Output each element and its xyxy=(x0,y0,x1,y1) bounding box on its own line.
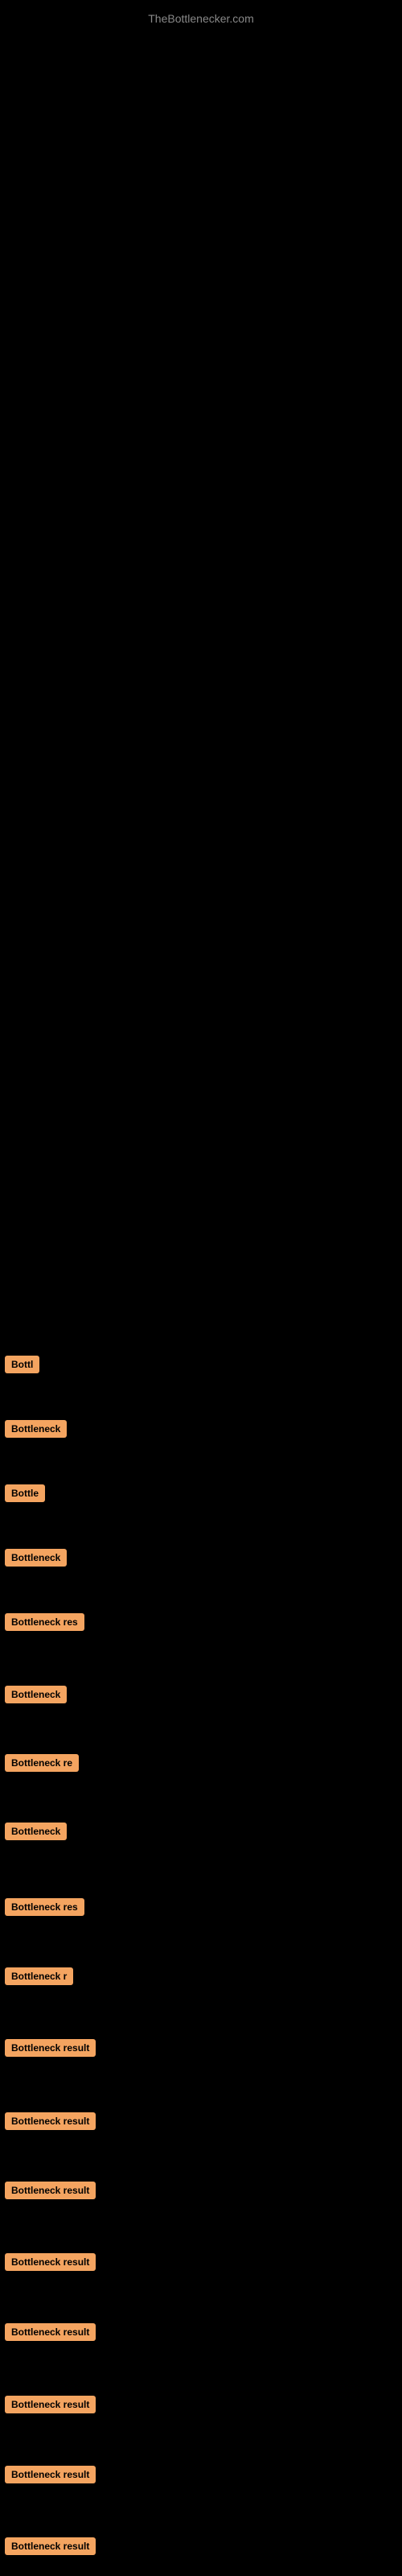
bottleneck-badge-2: Bottleneck xyxy=(5,1420,67,1438)
bottleneck-item-9: Bottleneck res xyxy=(0,1895,89,1919)
bottleneck-badge-8: Bottleneck xyxy=(5,1823,67,1840)
bottleneck-badge-14: Bottleneck result xyxy=(5,2253,96,2271)
bottleneck-badge-7: Bottleneck re xyxy=(5,1754,79,1772)
bottleneck-badge-10: Bottleneck r xyxy=(5,1967,73,1985)
bottleneck-item-8: Bottleneck xyxy=(0,1819,72,1843)
bottleneck-badge-11: Bottleneck result xyxy=(5,2039,96,2057)
bottleneck-item-1: Bottl xyxy=(0,1352,44,1377)
bottleneck-badge-17: Bottleneck result xyxy=(5,2466,96,2483)
bottleneck-badge-9: Bottleneck res xyxy=(5,1898,84,1916)
bottleneck-badge-5: Bottleneck res xyxy=(5,1613,84,1631)
site-title: TheBottlenecker.com xyxy=(0,4,402,33)
bottleneck-badge-3: Bottle xyxy=(5,1484,45,1502)
bottleneck-badge-13: Bottleneck result xyxy=(5,2182,96,2199)
bottleneck-item-13: Bottleneck result xyxy=(0,2178,100,2202)
bottleneck-item-17: Bottleneck result xyxy=(0,2462,100,2487)
bottleneck-badge-15: Bottleneck result xyxy=(5,2323,96,2341)
bottleneck-badge-6: Bottleneck xyxy=(5,1686,67,1703)
bottleneck-item-5: Bottleneck res xyxy=(0,1610,89,1634)
bottleneck-badge-18: Bottleneck result xyxy=(5,2537,96,2555)
bottleneck-item-7: Bottleneck re xyxy=(0,1751,84,1775)
bottleneck-item-14: Bottleneck result xyxy=(0,2250,100,2274)
bottleneck-item-3: Bottle xyxy=(0,1481,50,1505)
bottleneck-badge-16: Bottleneck result xyxy=(5,2396,96,2413)
bottleneck-item-18: Bottleneck result xyxy=(0,2534,100,2558)
bottleneck-badge-4: Bottleneck xyxy=(5,1549,67,1567)
bottleneck-item-6: Bottleneck xyxy=(0,1682,72,1707)
bottleneck-item-2: Bottleneck xyxy=(0,1417,72,1441)
bottleneck-item-11: Bottleneck result xyxy=(0,2036,100,2060)
bottleneck-item-4: Bottleneck xyxy=(0,1546,72,1570)
bottleneck-badge-12: Bottleneck result xyxy=(5,2112,96,2130)
bottleneck-item-15: Bottleneck result xyxy=(0,2320,100,2344)
bottleneck-item-12: Bottleneck result xyxy=(0,2109,100,2133)
bottleneck-badge-1: Bottl xyxy=(5,1356,39,1373)
bottleneck-item-16: Bottleneck result xyxy=(0,2392,100,2417)
bottleneck-item-10: Bottleneck r xyxy=(0,1964,78,1988)
